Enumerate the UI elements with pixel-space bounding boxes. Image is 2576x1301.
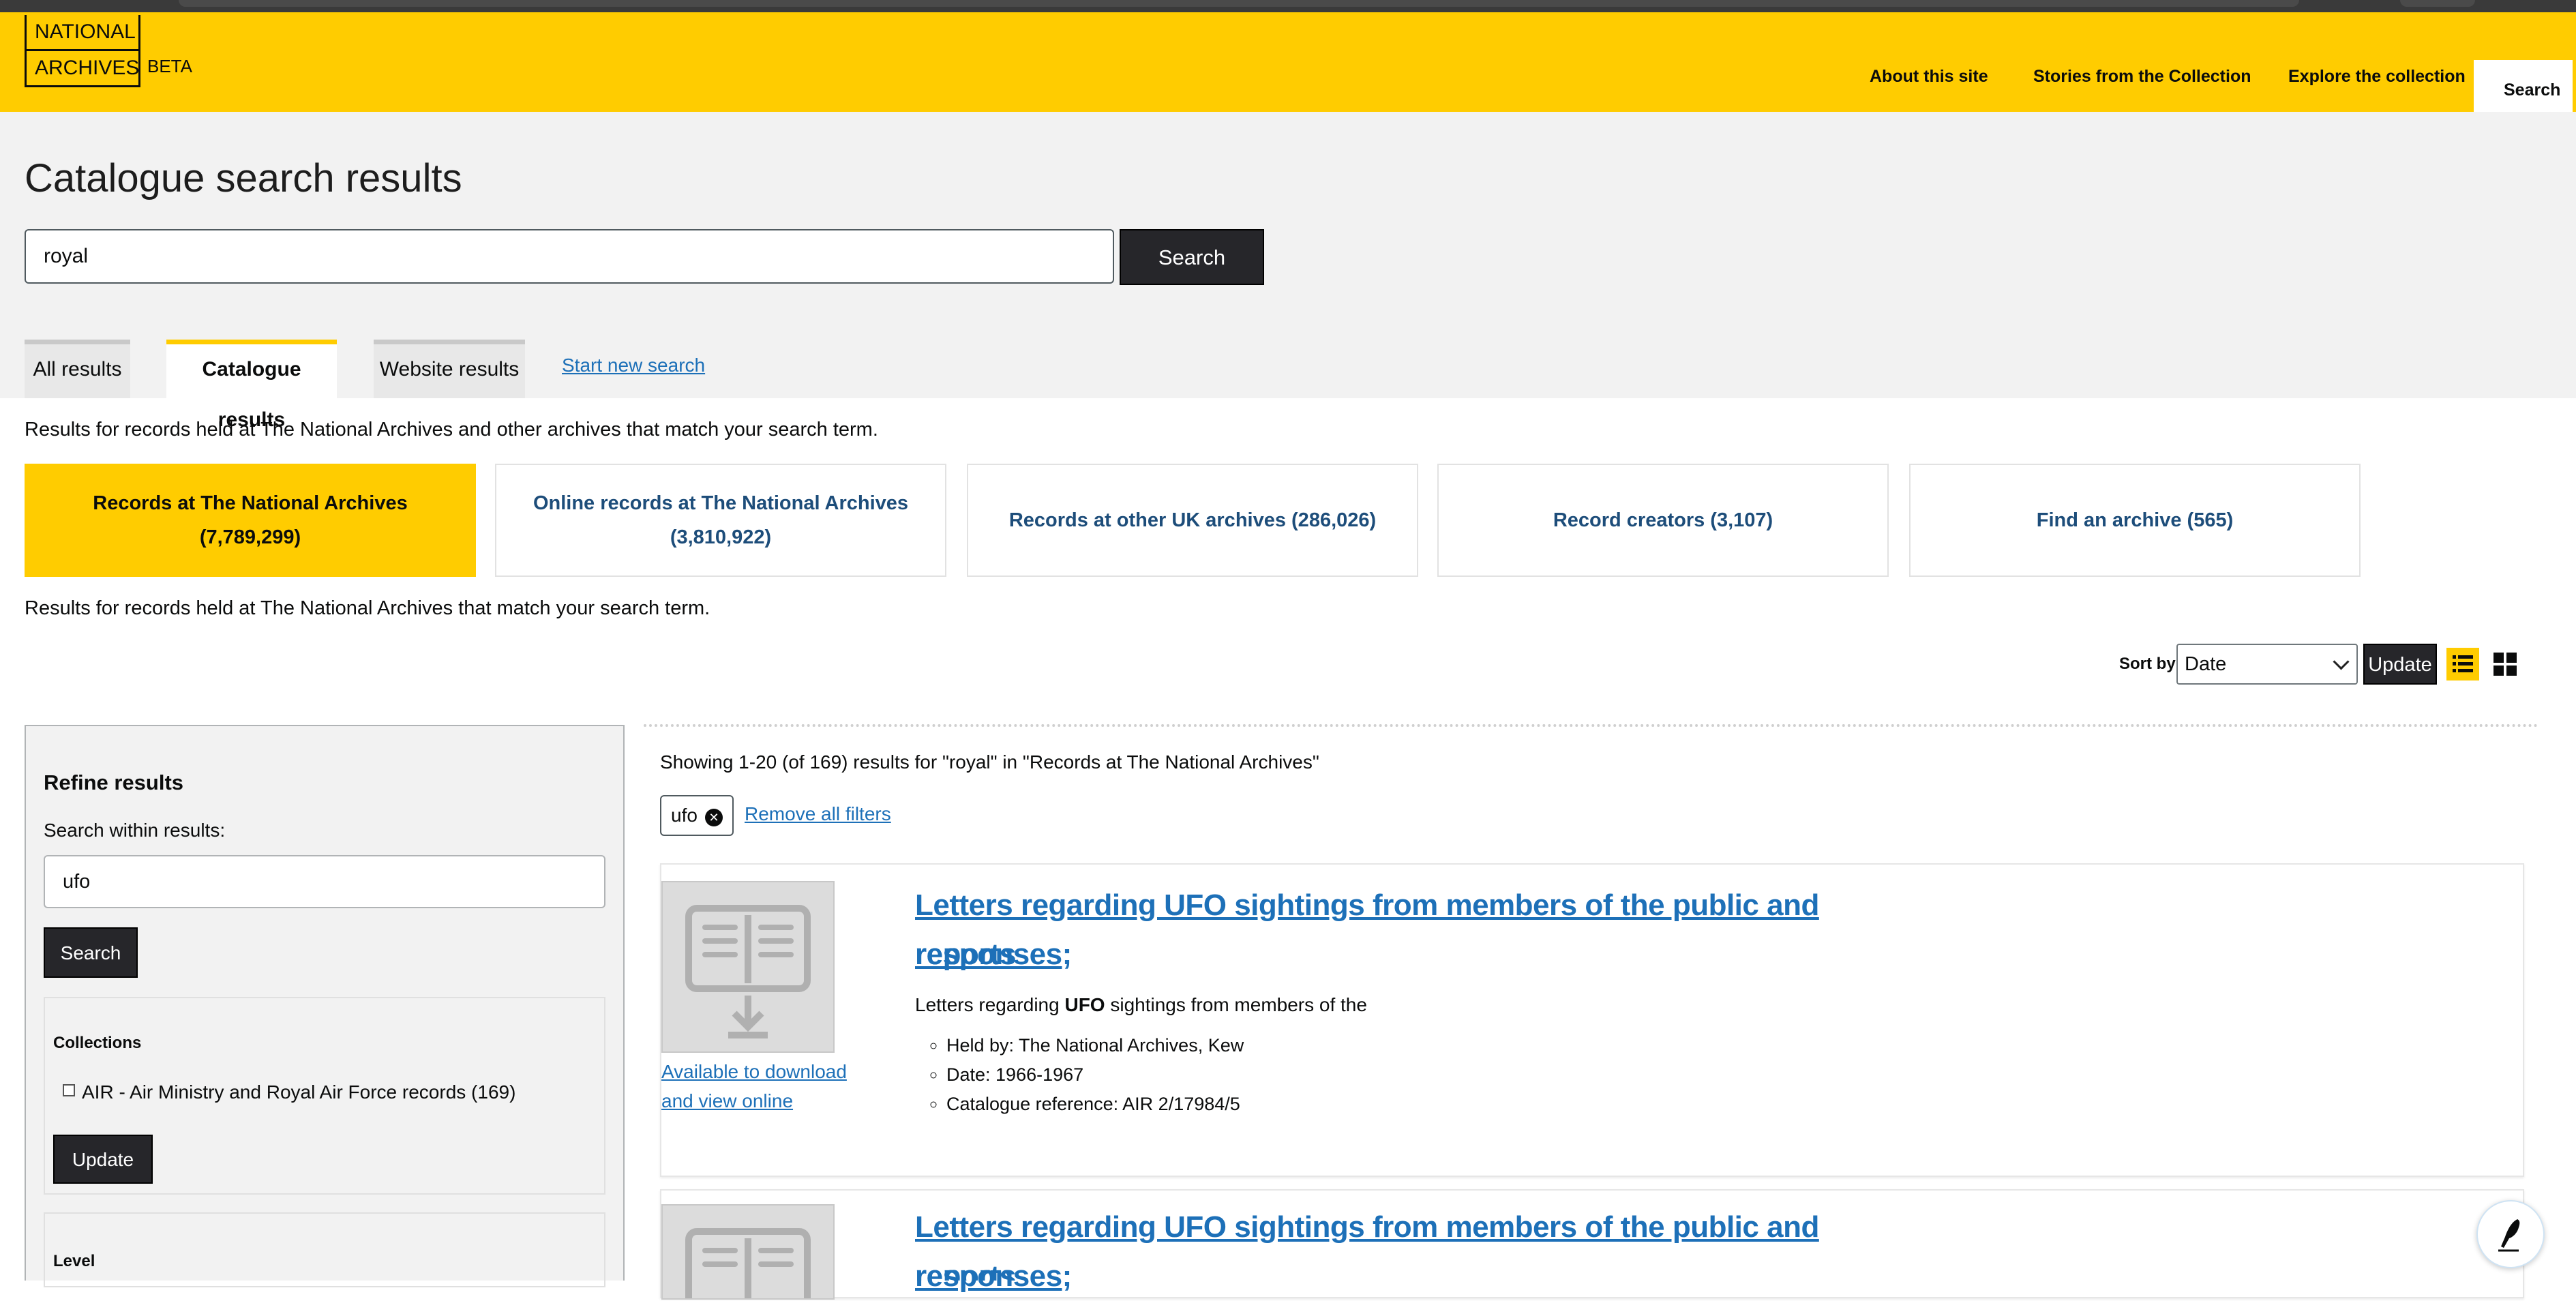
- snippet-highlight: UFO: [1064, 994, 1105, 1015]
- available-online-link[interactable]: Available to download and view online: [661, 1057, 866, 1116]
- collections-update-button[interactable]: Update: [53, 1135, 153, 1184]
- sort-select[interactable]: Date: [2176, 644, 2358, 685]
- level-box: [44, 1212, 605, 1287]
- nav-search[interactable]: Search: [2474, 60, 2573, 112]
- site-logo[interactable]: NATIONAL ARCHIVES: [25, 15, 140, 87]
- nav-about-this-site[interactable]: About this site: [1870, 67, 1988, 87]
- collections-heading: Collections: [53, 1034, 142, 1052]
- download-book-icon[interactable]: [661, 1204, 835, 1300]
- refine-heading: Refine results: [44, 771, 184, 794]
- logo-line-1: NATIONAL: [27, 15, 138, 51]
- sort-update-button[interactable]: Update: [2363, 644, 2437, 685]
- assistant-icon[interactable]: [2476, 1200, 2545, 1268]
- bucket-find-archive[interactable]: Find an archive (565): [1909, 464, 2361, 577]
- tab-website-results[interactable]: Website results: [374, 340, 525, 398]
- level-heading: Level: [53, 1252, 95, 1270]
- snippet-pre: Letters regarding: [915, 994, 1065, 1015]
- collection-checkbox[interactable]: [63, 1084, 75, 1096]
- browser-address-bar: [179, 0, 2299, 7]
- browser-tab: [2400, 0, 2475, 7]
- filter-chip[interactable]: ufo ✕: [660, 795, 734, 836]
- search-input[interactable]: royal: [25, 229, 1114, 284]
- download-book-icon[interactable]: [661, 881, 835, 1053]
- catalogue-reference: Catalogue reference: AIR 2/17984/5: [946, 1090, 1244, 1119]
- search-within-input[interactable]: ufo: [44, 855, 605, 908]
- bucket-record-creators[interactable]: Record creators (3,107): [1437, 464, 1889, 577]
- bucket-online-records[interactable]: Online records at The National Archives …: [495, 464, 946, 577]
- filter-chip-label: ufo: [671, 805, 698, 826]
- tab-all-results[interactable]: All results: [25, 340, 130, 398]
- intro-text: Results for records held at The National…: [25, 419, 878, 440]
- chevron-down-icon: [2333, 653, 2350, 670]
- nav-search-label: Search: [2504, 80, 2561, 100]
- remove-all-filters-link[interactable]: Remove all filters: [745, 803, 891, 825]
- held-by: Held by: The National Archives, Kew: [946, 1031, 1244, 1060]
- sort-label: Sort by: [2119, 655, 2176, 673]
- logo-line-2: ARCHIVES: [35, 57, 140, 79]
- result-title-line-2[interactable]: reports: [915, 930, 1979, 979]
- search-button[interactable]: Search: [1120, 229, 1264, 285]
- result-title-line-2[interactable]: reports: [915, 1252, 1979, 1281]
- remove-filter-icon[interactable]: ✕: [705, 809, 723, 826]
- tab-catalogue-results[interactable]: Catalogue results: [166, 340, 337, 431]
- snippet-post: sightings from members of the: [1105, 994, 1367, 1015]
- result-meta-list: Held by: The National Archives, Kew Date…: [915, 1031, 1244, 1119]
- results-summary: Showing 1-20 (of 169) results for "royal…: [660, 751, 1319, 773]
- list-view-icon[interactable]: [2446, 648, 2479, 681]
- start-new-search-link[interactable]: Start new search: [562, 355, 705, 376]
- beta-badge: BETA: [147, 56, 192, 76]
- results-divider: [644, 724, 2539, 727]
- bucket-description: Results for records held at The National…: [25, 597, 710, 619]
- result-snippet: Letters regarding UFO sightings from mem…: [915, 994, 1367, 1016]
- collection-option-label[interactable]: AIR - Air Ministry and Royal Air Force r…: [82, 1081, 515, 1103]
- nav-explore[interactable]: Explore the collection: [2288, 67, 2466, 87]
- bucket-other-archives[interactable]: Records at other UK archives (286,026): [967, 464, 1418, 577]
- browser-top-strip: [0, 0, 2576, 12]
- page-title: Catalogue search results: [25, 156, 462, 200]
- grid-view-icon[interactable]: [2493, 652, 2517, 676]
- search-within-label: Search within results:: [44, 820, 226, 841]
- refine-search-button[interactable]: Search: [44, 927, 138, 978]
- record-date: Date: 1966-1967: [946, 1060, 1244, 1090]
- site-header: NATIONAL ARCHIVES BETA About this site S…: [0, 12, 2576, 112]
- bucket-records-tna[interactable]: Records at The National Archives (7,789,…: [25, 464, 476, 577]
- nav-stories[interactable]: Stories from the Collection: [2033, 67, 2251, 87]
- sort-value: Date: [2185, 653, 2227, 675]
